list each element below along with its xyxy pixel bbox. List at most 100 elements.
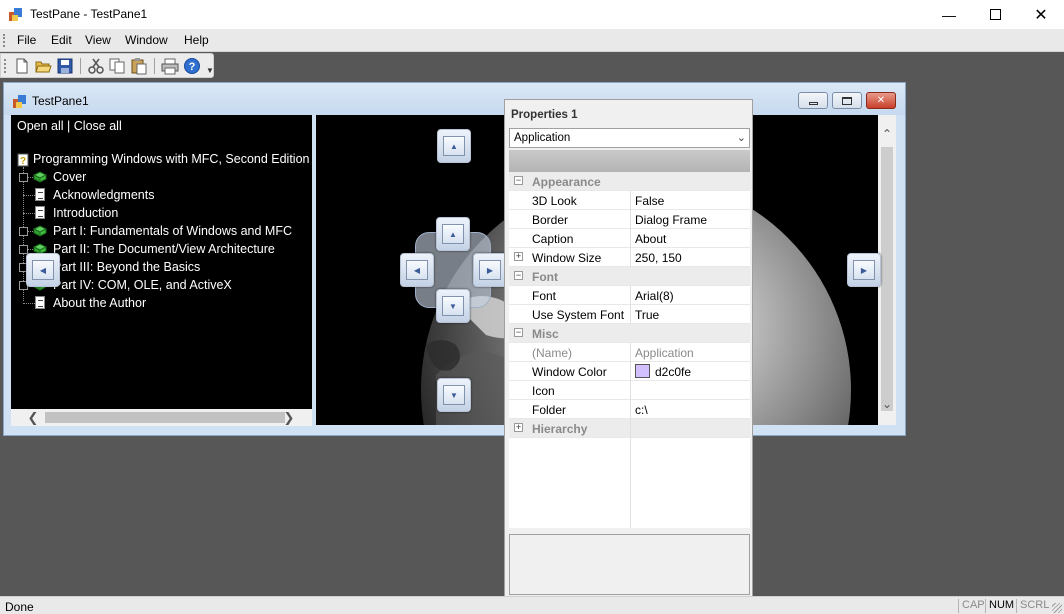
dock-guide-top[interactable]: ▲: [437, 129, 471, 163]
expand-icon[interactable]: +: [514, 423, 523, 432]
category-label: Font: [532, 270, 558, 284]
scroll-thumb[interactable]: [881, 147, 893, 411]
tree-expander[interactable]: [19, 173, 28, 182]
window-title: TestPane - TestPane1: [30, 7, 148, 21]
property-value[interactable]: True: [635, 308, 659, 322]
menu-bar: File Edit View Window Help: [0, 29, 1064, 52]
collapse-icon[interactable]: −: [514, 176, 523, 185]
dock-guide-center-left[interactable]: ◀: [400, 253, 434, 287]
app-icon: [9, 8, 22, 21]
book-icon: [33, 225, 47, 237]
dock-guide-center-bottom[interactable]: ▼: [436, 289, 470, 323]
toolbar-grip[interactable]: [4, 59, 6, 73]
property-row[interactable]: + Window Size 250, 150: [509, 248, 750, 267]
scroll-left-icon[interactable]: ❮: [25, 410, 41, 425]
property-value[interactable]: Arial(8): [635, 289, 674, 303]
scroll-right-icon[interactable]: ❯: [281, 410, 297, 425]
dock-guide-bottom[interactable]: ▼: [437, 378, 471, 412]
close-button[interactable]: ✕: [1018, 0, 1064, 29]
minimize-icon: [808, 102, 818, 105]
menu-help[interactable]: Help: [184, 33, 209, 47]
object-selector-value: Application: [514, 132, 571, 144]
child-minimize-button[interactable]: [798, 92, 828, 109]
property-row[interactable]: 3D Look False: [509, 191, 750, 210]
status-bar: Done CAP NUM SCRL: [0, 596, 1064, 614]
column-divider: [630, 286, 631, 305]
object-selector[interactable]: Application ⌄: [509, 128, 750, 148]
menu-window[interactable]: Window: [125, 33, 168, 47]
maximize-icon: [989, 9, 1001, 20]
dock-guide-left[interactable]: ◀: [26, 253, 60, 287]
property-row[interactable]: Font Arial(8): [509, 286, 750, 305]
property-value[interactable]: About: [635, 232, 666, 246]
collapse-icon[interactable]: −: [514, 271, 523, 280]
arrow-right-icon: ▶: [860, 265, 868, 275]
scroll-down-icon[interactable]: ⌄: [878, 397, 896, 415]
tree-expander[interactable]: [19, 227, 28, 236]
page-icon: [35, 188, 45, 201]
dock-guide-center-top[interactable]: ▲: [436, 217, 470, 251]
property-category[interactable]: − Font: [509, 267, 750, 286]
property-row[interactable]: (Name) Application: [509, 343, 750, 362]
dock-guide-center-right[interactable]: ▶: [473, 253, 507, 287]
property-row[interactable]: Border Dialog Frame: [509, 210, 750, 229]
save-icon[interactable]: [56, 57, 74, 75]
property-category[interactable]: − Misc: [509, 324, 750, 343]
dock-guide-right[interactable]: ▶: [847, 253, 881, 287]
tree-horizontal-scrollbar[interactable]: ❮ ❯: [11, 409, 312, 426]
property-name: Window Color: [532, 365, 607, 379]
arrow-down-icon: ▼: [449, 301, 457, 311]
cut-icon[interactable]: [87, 57, 105, 75]
status-text: Done: [5, 600, 34, 614]
collapse-icon[interactable]: −: [514, 328, 523, 337]
child-close-button[interactable]: ✕: [866, 92, 896, 109]
properties-title: Properties 1: [511, 109, 578, 121]
help-icon[interactable]: ?: [183, 57, 201, 75]
tree-item-label: Part II: The Document/View Architecture: [53, 242, 275, 256]
child-title-bar: TestPane1 ✕: [4, 83, 905, 115]
help-book-icon: ?: [17, 153, 29, 167]
open-icon[interactable]: [34, 57, 52, 75]
property-value[interactable]: d2c0fe: [655, 365, 691, 379]
child-window-title: TestPane1: [32, 94, 89, 108]
arrow-down-icon: ▼: [450, 390, 458, 400]
minimize-button[interactable]: —: [926, 0, 972, 29]
tree-item-label: Cover: [53, 170, 87, 184]
menubar-grip[interactable]: [3, 34, 6, 47]
column-divider: [630, 343, 631, 362]
tree-expander[interactable]: [19, 245, 28, 254]
property-value[interactable]: False: [635, 194, 664, 208]
property-value[interactable]: c:\: [635, 403, 648, 417]
category-label: Hierarchy: [532, 422, 588, 436]
property-value[interactable]: 250, 150: [635, 251, 682, 265]
property-row[interactable]: Use System Font True: [509, 305, 750, 324]
chevron-down-icon[interactable]: ⌄: [737, 131, 746, 144]
expand-icon[interactable]: +: [514, 252, 523, 261]
toolbar-overflow-icon[interactable]: ▼: [206, 66, 214, 75]
scroll-thumb[interactable]: [45, 412, 285, 423]
scroll-up-icon[interactable]: ⌃: [878, 127, 896, 145]
property-description-area: [509, 534, 750, 595]
property-category[interactable]: − Appearance: [509, 172, 750, 191]
new-icon[interactable]: [13, 57, 31, 75]
child-restore-button[interactable]: [832, 92, 862, 109]
standard-toolbar: ? ▼: [0, 53, 214, 78]
copy-icon[interactable]: [108, 57, 126, 75]
menu-view[interactable]: View: [85, 33, 111, 47]
column-divider: [630, 248, 631, 267]
menu-edit[interactable]: Edit: [51, 33, 72, 47]
color-swatch[interactable]: [635, 364, 650, 378]
page-icon: [35, 296, 45, 309]
print-icon[interactable]: [161, 57, 179, 75]
property-value[interactable]: Dialog Frame: [635, 213, 707, 227]
property-value[interactable]: Application: [635, 346, 694, 360]
property-row[interactable]: Caption About: [509, 229, 750, 248]
paste-icon[interactable]: [130, 57, 148, 75]
minimize-icon: —: [942, 6, 956, 23]
open-all-link[interactable]: Open all: [17, 119, 64, 133]
maximize-button[interactable]: [972, 0, 1018, 29]
arrow-up-icon: ▲: [450, 141, 458, 151]
close-all-link[interactable]: Close all: [74, 119, 122, 133]
size-grip[interactable]: [1052, 603, 1062, 613]
menu-file[interactable]: File: [17, 33, 36, 47]
